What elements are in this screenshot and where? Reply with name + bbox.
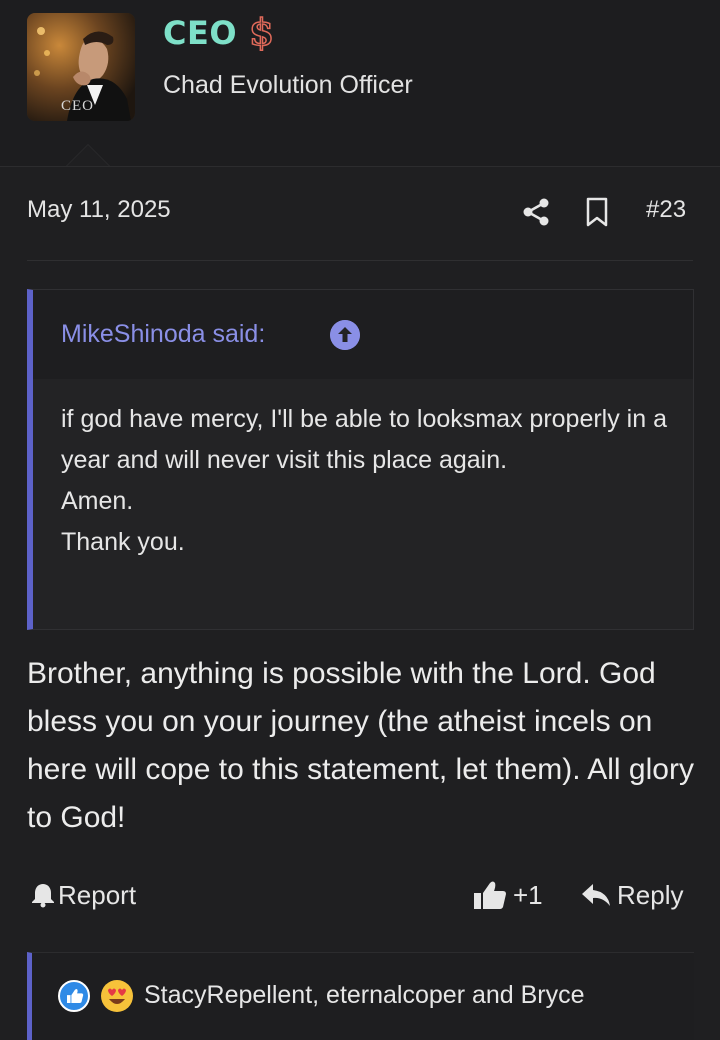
bell-icon [32, 884, 54, 908]
dollar-sign-icon: $ [248, 11, 275, 55]
user-title[interactable]: CEO [163, 14, 237, 52]
reply-arrow-icon [582, 884, 610, 906]
thumbs-up-icon [474, 881, 506, 909]
like-icon [58, 980, 90, 1012]
quote-line: if god have mercy, I'll be able to looks… [61, 405, 667, 474]
avatar-badge: CEO [61, 98, 94, 114]
post-date[interactable]: May 11, 2025 [27, 196, 171, 224]
user-subtitle: Chad Evolution Officer [163, 71, 413, 99]
quote-block: MikeShinoda said: if god have mercy, I'l… [27, 289, 694, 630]
reply-button[interactable]: Reply [581, 877, 683, 913]
quote-line: Amen. [61, 487, 134, 515]
arrow-up-circle-icon[interactable] [330, 320, 360, 350]
reactions-bar[interactable]: StacyRepellent, eternalcoper and Bryce [27, 952, 694, 1040]
avatar[interactable]: CEO [27, 13, 135, 121]
post-body: Brother, anything is possible with the L… [27, 657, 694, 834]
like-count: +1 [513, 879, 543, 910]
divider [27, 260, 693, 261]
quote-body: if god have mercy, I'll be able to looks… [61, 399, 671, 563]
report-label: Report [58, 879, 137, 910]
like-button[interactable]: +1 [473, 877, 543, 913]
quote-author[interactable]: MikeShinoda said: [61, 320, 265, 349]
reactions-text[interactable]: StacyRepellent, eternalcoper and Bryce [144, 981, 585, 1010]
post-header: CEO CEO $ Chad Evolution Officer [0, 0, 720, 167]
heart-eyes-icon [101, 980, 133, 1012]
bookmark-icon[interactable] [584, 196, 610, 228]
header-caret [66, 144, 110, 166]
quote-line: Thank you. [61, 528, 185, 556]
quote-header: MikeShinoda said: [33, 290, 693, 379]
share-icon[interactable] [520, 196, 552, 228]
report-button[interactable]: Report [31, 877, 136, 913]
post-number[interactable]: #23 [646, 196, 686, 224]
reply-label: Reply [617, 879, 684, 910]
